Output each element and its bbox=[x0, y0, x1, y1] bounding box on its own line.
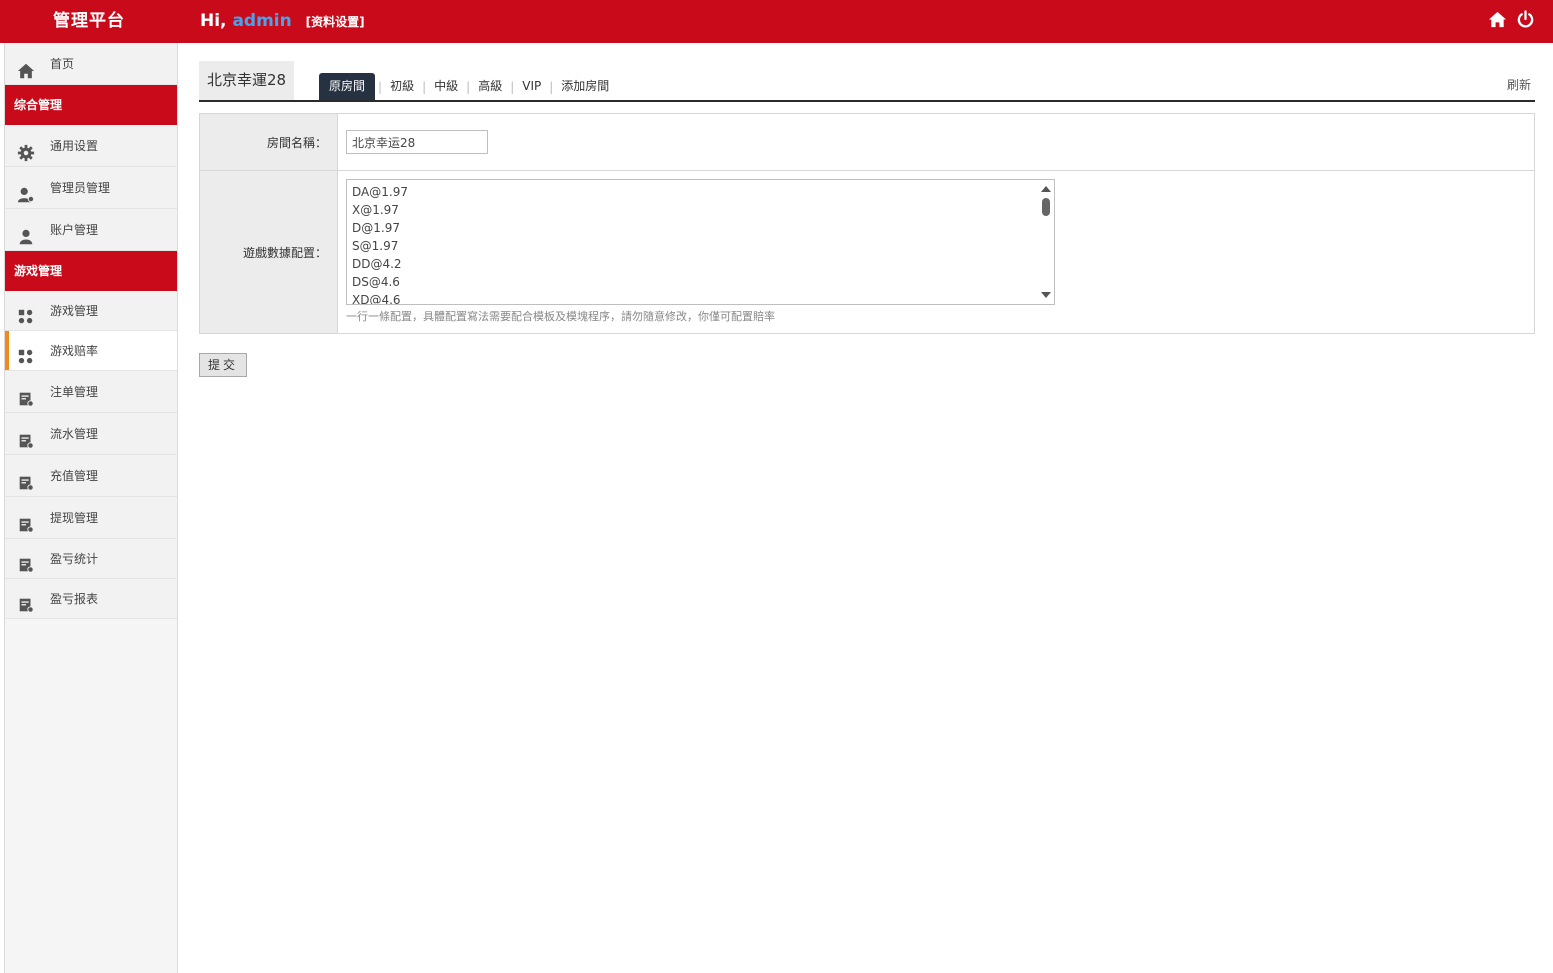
scroll-up-arrow-icon[interactable] bbox=[1041, 186, 1051, 192]
scroll-thumb[interactable] bbox=[1042, 198, 1050, 216]
sidebar-item-bet-management[interactable]: 注单管理 bbox=[5, 371, 177, 413]
sidebar-item-game-management[interactable]: 游戏管理 bbox=[5, 291, 177, 331]
sidebar-item-label: 充值管理 bbox=[50, 469, 99, 483]
top-header: 管理平台 Hi, admin [资料设置] bbox=[0, 0, 1553, 43]
submit-button[interactable]: 提交 bbox=[199, 353, 247, 377]
header-icons bbox=[1488, 10, 1535, 32]
tab-intermediate[interactable]: 中級 bbox=[429, 73, 463, 100]
sidebar-item-withdraw-management[interactable]: 提现管理 bbox=[5, 497, 177, 539]
room-form: 房間名稱： 遊戲數據配置： DA@1.97X@1.97D@1.97S@1.97D… bbox=[199, 113, 1535, 334]
profile-settings-link[interactable]: [资料设置] bbox=[306, 15, 365, 29]
sidebar-item-label: 账户管理 bbox=[50, 223, 99, 237]
brand-title: 管理平台 bbox=[53, 11, 125, 31]
sidebar-item-label: 管理员管理 bbox=[50, 181, 111, 195]
room-title: 北京幸運28 bbox=[199, 61, 295, 100]
report-icon bbox=[17, 467, 35, 491]
game-config-label: 遊戲數據配置： bbox=[200, 171, 338, 333]
user-icon bbox=[17, 221, 35, 244]
tab-original-room[interactable]: 原房間 bbox=[319, 73, 376, 100]
config-lines: DA@1.97 X@1.97 D@1.97 S@1.97 DD@4.2 DS@4.6 XD@… bbox=[347, 180, 1054, 305]
sidebar-item-general-settings[interactable]: 通用设置 bbox=[5, 125, 177, 167]
sidebar-item-label: 通用设置 bbox=[50, 139, 99, 153]
config-line: XD@4.6 bbox=[352, 293, 401, 305]
home-icon bbox=[17, 55, 35, 78]
config-line: DS@4.6 bbox=[352, 275, 400, 289]
tab-add-room[interactable]: 添加房間 bbox=[556, 73, 614, 100]
report-icon bbox=[17, 590, 35, 613]
report-icon bbox=[17, 425, 35, 449]
sidebar-item-recharge-management[interactable]: 充值管理 bbox=[5, 455, 177, 497]
report-icon bbox=[17, 550, 35, 573]
sidebar-item-admin-management[interactable]: 管理员管理 bbox=[5, 167, 177, 209]
sidebar-item-label: 游戏管理 bbox=[50, 304, 99, 318]
apps-icon bbox=[17, 302, 35, 323]
main-content: 北京幸運28 原房間 | 初級 | 中級 | 高級 | VIP | 添加房間 刷… bbox=[199, 61, 1535, 377]
room-name-input[interactable] bbox=[346, 130, 488, 154]
sidebar-item-home[interactable]: 首页 bbox=[5, 43, 177, 85]
tab-advanced[interactable]: 高級 bbox=[473, 73, 507, 100]
greeting: Hi, admin [资料设置] bbox=[200, 0, 365, 43]
gear-icon bbox=[17, 137, 35, 161]
power-icon[interactable] bbox=[1516, 10, 1535, 29]
report-icon bbox=[17, 383, 35, 407]
textarea-scrollbar[interactable] bbox=[1038, 180, 1054, 304]
sidebar-item-profit-stats[interactable]: 盈亏统计 bbox=[5, 539, 177, 579]
sidebar-group-games[interactable]: 游戏管理 bbox=[5, 251, 177, 291]
sidebar-group-general[interactable]: 综合管理 bbox=[5, 85, 177, 125]
sidebar-item-game-odds[interactable]: 游戏赔率 bbox=[5, 331, 177, 371]
tab-separator: | bbox=[466, 79, 471, 94]
tab-separator: | bbox=[422, 79, 427, 94]
sidebar-item-label: 注单管理 bbox=[50, 385, 99, 399]
tab-beginner[interactable]: 初級 bbox=[385, 73, 419, 100]
report-icon bbox=[17, 509, 35, 533]
form-row-room-name: 房間名稱： bbox=[200, 114, 1534, 171]
user-gear-icon bbox=[17, 179, 35, 202]
tab-bar: 北京幸運28 原房間 | 初級 | 中級 | 高級 | VIP | 添加房間 刷… bbox=[199, 61, 1535, 102]
tab-separator: | bbox=[549, 79, 554, 94]
sidebar: 首页 综合管理 通用设置 管理员管理 账户管理 游戏管理 游戏管理 游戏赔率 注… bbox=[5, 43, 178, 973]
username[interactable]: admin bbox=[232, 11, 291, 31]
config-line: DD@4.2 bbox=[352, 257, 402, 271]
scroll-down-arrow-icon[interactable] bbox=[1041, 292, 1051, 298]
config-line: D@1.97 bbox=[352, 221, 400, 235]
game-config-textarea[interactable]: DA@1.97 X@1.97 D@1.97 S@1.97 DD@4.2 DS@4.6 XD@… bbox=[346, 179, 1055, 305]
sidebar-item-label: 盈亏统计 bbox=[50, 552, 99, 566]
tab-separator: | bbox=[378, 79, 383, 94]
room-name-label: 房間名稱： bbox=[200, 114, 338, 170]
refresh-link[interactable]: 刷新 bbox=[1507, 76, 1531, 93]
sidebar-item-account-management[interactable]: 账户管理 bbox=[5, 209, 177, 251]
form-row-game-config: 遊戲數據配置： DA@1.97 X@1.97 D@1.97 S@1.97 DD@4.2 D… bbox=[200, 171, 1534, 333]
greeting-text: Hi, bbox=[200, 11, 227, 31]
sidebar-item-turnover-management[interactable]: 流水管理 bbox=[5, 413, 177, 455]
sidebar-item-label: 游戏赔率 bbox=[50, 344, 99, 358]
home-icon[interactable] bbox=[1488, 10, 1507, 29]
sidebar-item-label: 提现管理 bbox=[50, 511, 99, 525]
config-hint: 一行一條配置，具體配置寫法需要配合模板及模塊程序，請勿隨意修改，你僅可配置賠率 bbox=[346, 310, 775, 323]
tab-separator: | bbox=[510, 79, 515, 94]
tab-vip[interactable]: VIP bbox=[517, 73, 546, 100]
apps-icon bbox=[17, 342, 35, 363]
sidebar-item-label: 首页 bbox=[50, 57, 75, 71]
room-tabs: 原房間 | 初級 | 中級 | 高級 | VIP | 添加房間 bbox=[319, 73, 614, 100]
sidebar-item-label: 流水管理 bbox=[50, 427, 99, 441]
sidebar-item-label: 盈亏报表 bbox=[50, 592, 99, 606]
sidebar-item-profit-report[interactable]: 盈亏报表 bbox=[5, 579, 177, 619]
config-line: S@1.97 bbox=[352, 239, 399, 253]
config-line: X@1.97 bbox=[352, 203, 399, 217]
config-line: DA@1.97 bbox=[352, 185, 408, 199]
